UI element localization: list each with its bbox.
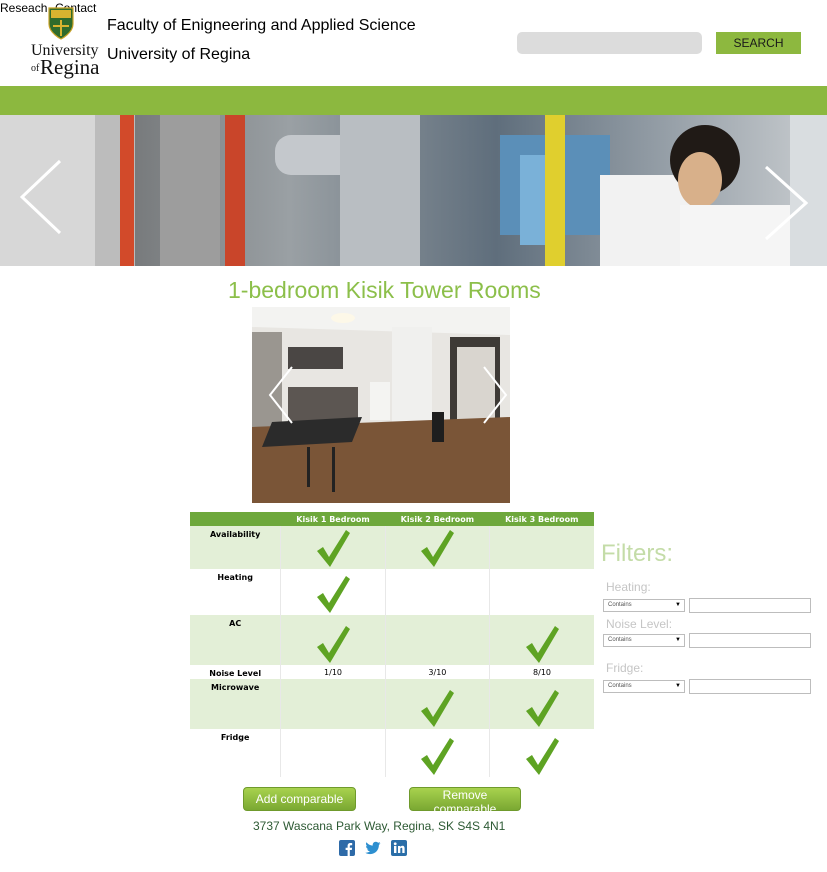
checkmark-icon — [421, 530, 455, 567]
dropdown-caret-icon: ▼ — [675, 683, 681, 689]
page-title: 1-bedroom Kisik Tower Rooms — [228, 277, 541, 303]
filter-heating-operator-select[interactable]: Contains ▼ — [603, 599, 685, 612]
table-header-blank — [190, 512, 281, 526]
nav-research-link[interactable]: Reseach — [0, 1, 47, 15]
table-cell — [384, 679, 490, 729]
checkmark-icon — [317, 626, 351, 663]
table-cell: 3/10 — [384, 665, 490, 679]
filter-operator-value: Contains — [608, 602, 632, 608]
table-row: AC — [190, 615, 594, 665]
table-cell — [489, 615, 594, 665]
table-row-label: Microwave — [190, 679, 281, 729]
table-cell: 1/10 — [280, 665, 386, 679]
green-banner-bar — [0, 86, 827, 115]
dropdown-caret-icon: ▼ — [675, 602, 681, 608]
table-cell — [489, 679, 594, 729]
checkmark-icon — [317, 576, 351, 613]
logo-of-text: of — [31, 63, 40, 74]
table-row: Microwave — [190, 679, 594, 729]
logo-regina-text: Regina — [40, 55, 100, 79]
hero-prev-arrow-icon[interactable] — [20, 159, 62, 235]
table-cell — [280, 729, 386, 777]
table-cell — [280, 569, 386, 615]
linkedin-icon[interactable] — [391, 840, 407, 856]
filters-title: Filters: — [601, 540, 673, 567]
twitter-icon[interactable] — [365, 840, 381, 856]
table-row-label: Heating — [217, 573, 253, 582]
table-header-cell: Kisik 2 Bedroom — [385, 512, 490, 526]
dropdown-caret-icon: ▼ — [675, 637, 681, 643]
checkmark-icon — [317, 530, 351, 567]
filter-noise-value-input[interactable] — [689, 633, 811, 648]
table-row: Noise Level 1/10 3/10 8/10 — [190, 665, 594, 679]
table-header-cell: Kisik 1 Bedroom — [280, 512, 386, 526]
search-button[interactable]: SEARCH — [716, 32, 801, 54]
filter-heating-label: Heating: — [606, 580, 651, 594]
university-title: University of Regina — [107, 46, 251, 63]
table-cell — [384, 729, 490, 777]
table-cell — [384, 615, 490, 665]
table-cell — [489, 526, 594, 569]
table-row-label: Availability — [190, 526, 281, 569]
table-cell — [489, 729, 594, 777]
room-next-arrow-icon[interactable] — [482, 365, 508, 425]
checkmark-icon — [526, 738, 560, 775]
filter-operator-value: Contains — [608, 637, 632, 643]
table-row: Heating — [190, 569, 594, 615]
room-photo — [252, 307, 510, 503]
add-comparable-button[interactable]: Add comparable — [243, 787, 356, 811]
filter-noise-label: Noise Level: — [606, 617, 673, 631]
filter-operator-value: Contains — [608, 683, 632, 689]
remove-comparable-button[interactable]: Remove comparable — [409, 787, 521, 816]
checkmark-icon — [421, 738, 455, 775]
filter-noise-operator-select[interactable]: Contains ▼ — [603, 634, 685, 647]
filter-fridge-label: Fridge: — [606, 661, 644, 675]
checkmark-icon — [421, 690, 455, 727]
table-cell — [384, 569, 490, 615]
search-input[interactable] — [517, 32, 702, 54]
hero-image — [0, 115, 827, 266]
filter-fridge-value-input[interactable] — [689, 679, 811, 694]
table-cell — [489, 569, 594, 615]
table-cell: 8/10 — [489, 665, 594, 679]
table-row-label: Fridge — [220, 733, 250, 742]
table-cell — [280, 679, 386, 729]
facebook-icon[interactable] — [339, 840, 355, 856]
filter-fridge-operator-select[interactable]: Contains ▼ — [603, 680, 685, 693]
table-row: Fridge — [190, 729, 594, 777]
room-prev-arrow-icon[interactable] — [268, 365, 294, 425]
faculty-title: Faculty of Enigneering and Applied Scien… — [107, 17, 416, 34]
checkmark-icon — [526, 690, 560, 727]
checkmark-icon — [526, 626, 560, 663]
table-row-label: Noise Level — [209, 669, 262, 678]
table-row-label: AC — [190, 615, 281, 665]
comparison-table: Kisik 1 Bedroom Kisik 2 Bedroom Kisik 3 … — [190, 512, 594, 777]
university-crest-icon — [48, 7, 74, 40]
table-cell — [280, 615, 386, 665]
footer-address: 3737 Wascana Park Way, Regina, SK S4S 4N… — [253, 819, 506, 833]
table-header-cell: Kisik 3 Bedroom — [489, 512, 594, 526]
table-row: Availability — [190, 526, 594, 569]
filter-heating-value-input[interactable] — [689, 598, 811, 613]
table-cell — [384, 526, 490, 569]
hero-next-arrow-icon[interactable] — [764, 165, 808, 241]
table-cell — [280, 526, 386, 569]
table-header-row: Kisik 1 Bedroom Kisik 2 Bedroom Kisik 3 … — [190, 512, 594, 526]
